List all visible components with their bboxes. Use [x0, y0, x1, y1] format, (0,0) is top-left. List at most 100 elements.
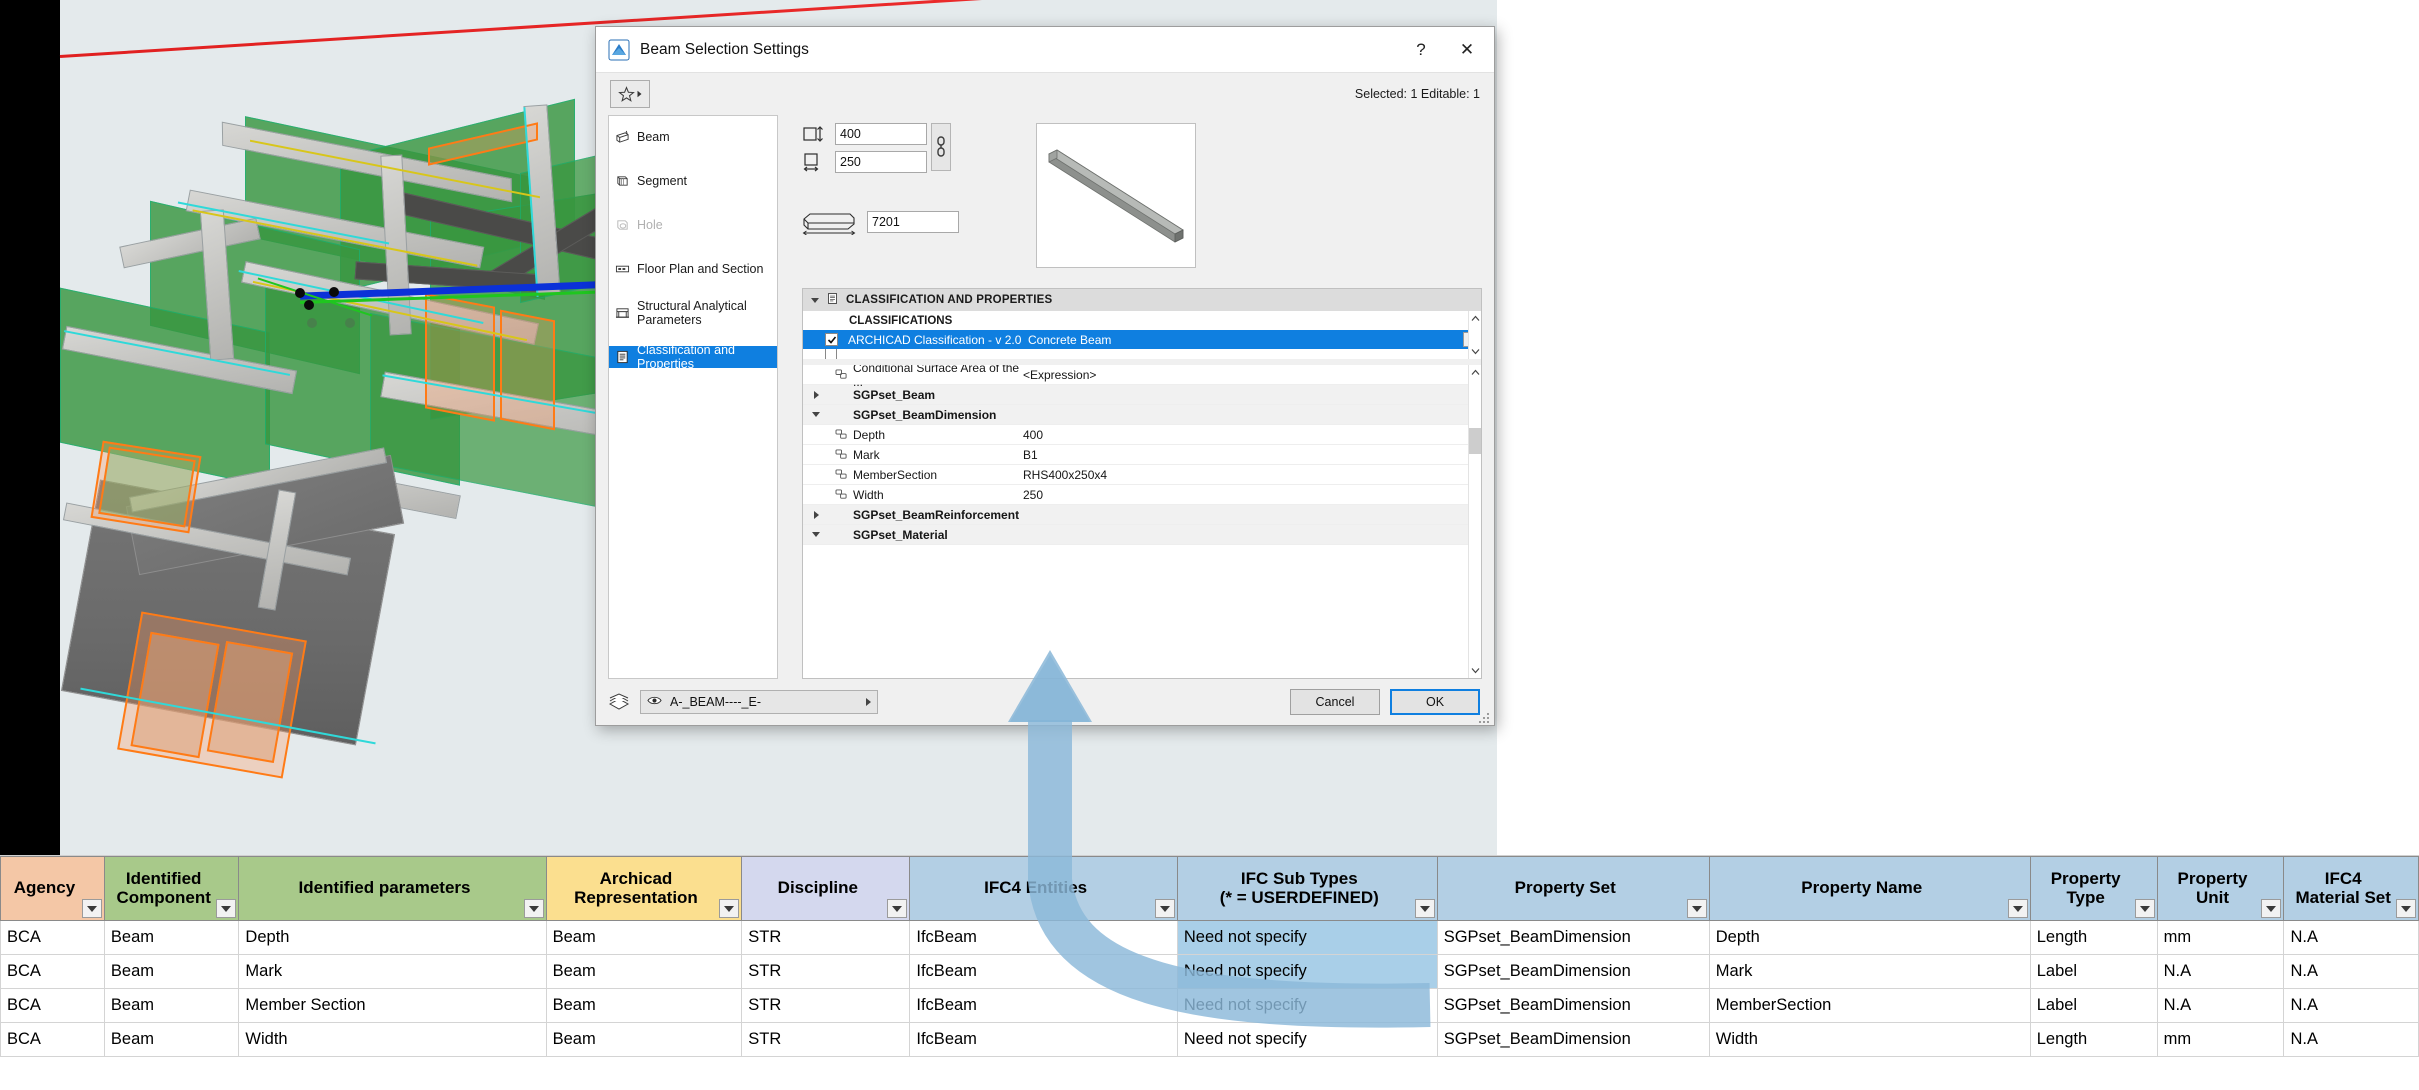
help-button[interactable]: ? [1398, 28, 1444, 72]
table-cell[interactable]: Depth [238, 920, 547, 955]
classification-checkbox[interactable] [825, 333, 838, 346]
ok-button[interactable]: OK [1390, 689, 1480, 715]
classification-row-partial[interactable] [803, 349, 1481, 359]
table-cell[interactable]: Length [2029, 1022, 2158, 1057]
link-dimensions-button[interactable] [931, 123, 951, 171]
table-cell[interactable]: BCA [0, 920, 105, 955]
table-row[interactable]: BCA Beam Width Beam STR IfcBeam Need not speci… [0, 1022, 2419, 1057]
filter-dropdown-button[interactable] [1154, 899, 1175, 918]
table-cell[interactable]: Need not specify [1176, 988, 1438, 1023]
favorites-button[interactable] [610, 80, 650, 108]
selection-node[interactable] [329, 287, 339, 297]
table-cell[interactable]: Beam [545, 954, 743, 989]
table-cell[interactable]: Label [2029, 988, 2158, 1023]
filter-dropdown-button[interactable] [81, 899, 102, 918]
property-row[interactable]: Depth 400 [803, 425, 1481, 445]
table-cell[interactable]: IfcBeam [909, 920, 1178, 955]
expand-icon[interactable] [803, 510, 829, 519]
table-row[interactable]: BCA Beam Member Section Beam STR IfcBeam Need … [0, 988, 2419, 1023]
classification-checkbox[interactable] [825, 349, 837, 359]
table-cell[interactable]: N.A [2156, 954, 2285, 989]
scroll-up-icon[interactable] [1471, 311, 1480, 326]
table-cell[interactable]: Length [2029, 920, 2158, 955]
property-row[interactable]: Mark B1 [803, 445, 1481, 465]
table-cell[interactable]: Beam [103, 988, 240, 1023]
table-cell[interactable]: Need not specify [1176, 920, 1438, 955]
scroll-down-icon[interactable] [1471, 663, 1480, 678]
property-row[interactable]: MemberSection RHS400x250x4 [803, 465, 1481, 485]
property-group-row[interactable]: SGPset_BeamDimension [803, 405, 1481, 425]
filter-dropdown-button[interactable] [887, 899, 908, 918]
properties-list[interactable]: Conditional Surface Area of the ... <Exp… [803, 365, 1481, 678]
table-cell[interactable]: mm [2156, 920, 2285, 955]
sidebar-item-structural-analytical-parameters[interactable]: Structural Analytical Parameters [609, 299, 777, 327]
table-cell[interactable]: N.A [2283, 920, 2419, 955]
expand-icon[interactable] [803, 390, 829, 399]
table-cell[interactable]: Beam [103, 1022, 240, 1057]
table-cell[interactable]: STR [741, 988, 911, 1023]
filter-dropdown-button[interactable] [2396, 899, 2416, 918]
table-cell[interactable]: Mark [238, 954, 547, 989]
table-cell[interactable]: Width [1708, 1022, 2031, 1057]
mapping-table[interactable]: Agency Identified Component Identified par… [0, 855, 2419, 1090]
table-cell[interactable]: N.A [2283, 988, 2419, 1023]
table-cell[interactable]: Width [238, 1022, 547, 1057]
scroll-up-icon[interactable] [1471, 365, 1480, 380]
scroll-down-icon[interactable] [1471, 344, 1480, 359]
property-row[interactable]: Width 250 [803, 485, 1481, 505]
table-cell[interactable]: STR [741, 920, 911, 955]
layer-dropdown-icon[interactable] [866, 698, 871, 706]
sidebar-item-beam[interactable]: Beam [609, 126, 777, 148]
properties-scrollbar[interactable] [1468, 365, 1481, 678]
table-cell[interactable]: SGPset_BeamDimension [1436, 954, 1710, 989]
resize-grip[interactable] [1479, 711, 1490, 723]
classifications-scrollbar[interactable] [1468, 311, 1481, 359]
panel-header[interactable]: CLASSIFICATION AND PROPERTIES [803, 289, 1481, 311]
eye-icon[interactable] [647, 695, 662, 709]
table-cell[interactable]: IfcBeam [909, 954, 1178, 989]
table-cell[interactable]: Beam [103, 920, 240, 955]
table-cell[interactable]: Need not specify [1176, 1022, 1438, 1057]
filter-dropdown-button[interactable] [523, 899, 544, 918]
beam-height-input[interactable] [835, 123, 927, 145]
dialog-titlebar[interactable]: Beam Selection Settings ? ✕ [596, 27, 1494, 73]
table-cell[interactable]: Depth [1708, 920, 2031, 955]
table-cell[interactable]: N.A [2283, 954, 2419, 989]
favorites-dropdown-icon[interactable] [637, 90, 642, 98]
table-cell[interactable]: BCA [0, 988, 105, 1023]
table-cell[interactable]: BCA [0, 1022, 105, 1057]
collapse-icon[interactable] [803, 532, 829, 537]
close-icon[interactable]: ✕ [1444, 28, 1490, 72]
table-cell[interactable]: Member Section [238, 988, 547, 1023]
table-row[interactable]: BCA Beam Depth Beam STR IfcBeam Need not speci… [0, 920, 2419, 955]
layer-selector[interactable]: A-_BEAM----_E- [640, 690, 878, 714]
table-cell[interactable]: STR [741, 954, 911, 989]
table-cell[interactable]: STR [741, 1022, 911, 1057]
filter-dropdown-button[interactable] [2261, 899, 2282, 918]
property-row[interactable]: Conditional Surface Area of the ... <Exp… [803, 365, 1481, 389]
beam-width-input[interactable] [835, 151, 927, 173]
property-group-row[interactable]: SGPset_Beam [803, 385, 1481, 405]
table-cell[interactable]: Beam [103, 954, 240, 989]
table-cell[interactable]: IfcBeam [909, 988, 1178, 1023]
property-group-row[interactable]: SGPset_BeamReinforcement [803, 505, 1481, 525]
cancel-button[interactable]: Cancel [1290, 689, 1380, 715]
classification-row[interactable]: ARCHICAD Classification - v 2.0 Concrete… [803, 330, 1481, 349]
filter-dropdown-button[interactable] [719, 899, 740, 918]
table-cell[interactable]: mm [2156, 1022, 2285, 1057]
table-cell[interactable]: N.A [2283, 1022, 2419, 1057]
selection-node[interactable] [304, 300, 314, 310]
filter-dropdown-button[interactable] [1414, 899, 1435, 918]
table-cell[interactable]: SGPset_BeamDimension [1436, 988, 1710, 1023]
filter-dropdown-button[interactable] [216, 899, 237, 918]
table-cell[interactable]: N.A [2156, 988, 2285, 1023]
scroll-track[interactable] [1469, 380, 1481, 663]
beam-length-input[interactable] [867, 211, 959, 233]
sidebar-item-segment[interactable]: Segment [609, 170, 777, 192]
table-cell[interactable]: Label [2029, 954, 2158, 989]
sidebar-item-floor-plan-and-section[interactable]: Floor Plan and Section [609, 258, 777, 280]
beam-selection-settings-dialog[interactable]: Beam Selection Settings ? ✕ Selected: 1 … [595, 26, 1495, 726]
table-cell[interactable]: Need not specify [1176, 954, 1438, 989]
chevron-down-icon[interactable] [811, 297, 819, 303]
table-cell[interactable]: Beam [545, 1022, 743, 1057]
